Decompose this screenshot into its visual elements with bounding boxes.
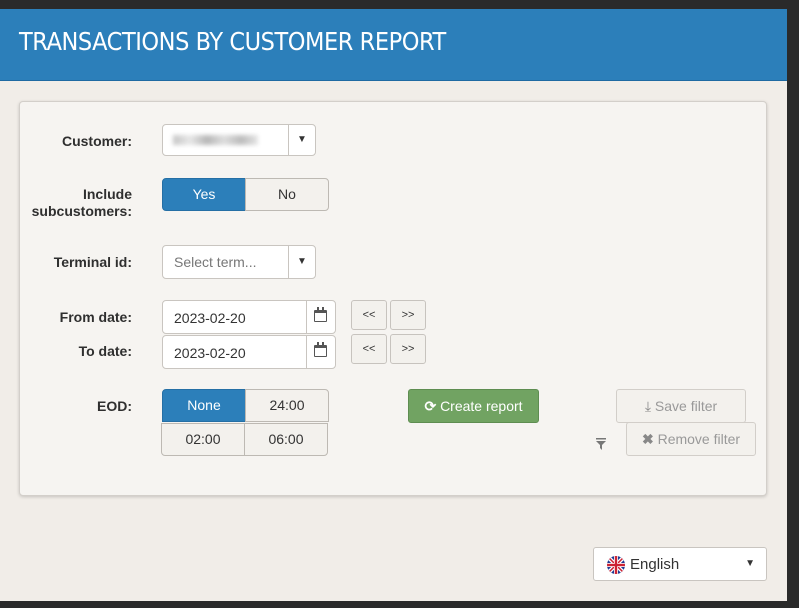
remove-filter-button[interactable]: ✖ Remove filter [626, 422, 756, 456]
report-page: TRANSACTIONS BY CUSTOMER REPORT Customer… [0, 9, 787, 601]
terminal-select[interactable]: Select term... ▼ [162, 245, 316, 279]
filter-panel: Customer: ▼ Include subcustomers: Yes No… [19, 101, 767, 496]
eod-none-toggle[interactable]: None [162, 389, 246, 422]
refresh-icon: ⟳ [424, 398, 437, 414]
uk-flag-icon [607, 556, 625, 574]
include-subcustomers-label: Include subcustomers: [32, 186, 132, 220]
eod-label: EOD: [97, 398, 132, 414]
filter-icon [596, 438, 606, 450]
save-filter-button[interactable]: ⤓ Save filter [616, 389, 746, 423]
chevron-down-icon: ▼ [288, 246, 315, 278]
create-report-button[interactable]: ⟳ Create report [408, 389, 539, 423]
eod-0600-toggle[interactable]: 06:00 [244, 423, 328, 456]
from-date-calendar-button[interactable] [306, 301, 335, 333]
save-filter-label: Save filter [654, 398, 718, 414]
from-date-label: From date: [59, 309, 132, 325]
language-value: English [630, 556, 680, 573]
chevron-down-icon: ▼ [288, 125, 315, 155]
eod-0200-toggle[interactable]: 02:00 [161, 423, 245, 456]
include-label-line1: Include [82, 186, 132, 202]
subcustomers-no-toggle[interactable]: No [245, 178, 329, 211]
customer-label: Customer: [61, 133, 132, 149]
from-date-input[interactable]: 2023-02-20 [162, 300, 336, 334]
from-date-prev-button[interactable]: << [351, 300, 387, 330]
include-label-line2: subcustomers: [31, 203, 132, 219]
to-date-input[interactable]: 2023-02-20 [162, 335, 336, 369]
to-date-prev-button[interactable]: << [351, 334, 387, 364]
from-date-value: 2023-02-20 [174, 310, 246, 326]
header-bar: TRANSACTIONS BY CUSTOMER REPORT [0, 9, 787, 81]
remove-filter-label: Remove filter [657, 431, 741, 447]
customer-select[interactable]: ▼ [162, 124, 316, 156]
window-edge [787, 9, 799, 601]
to-date-calendar-button[interactable] [306, 336, 335, 368]
create-report-label: Create report [440, 398, 523, 414]
customer-value-redacted [173, 135, 258, 145]
terminal-label: Terminal id: [53, 254, 132, 270]
page-title: TRANSACTIONS BY CUSTOMER REPORT [19, 27, 446, 56]
chevron-down-icon: ▼ [745, 558, 755, 569]
eod-2400-toggle[interactable]: 24:00 [245, 389, 329, 422]
to-date-next-button[interactable]: >> [390, 334, 426, 364]
language-select[interactable]: English ▼ [593, 547, 767, 581]
calendar-icon [314, 307, 327, 322]
close-icon: ✖ [641, 431, 654, 447]
terminal-placeholder: Select term... [174, 254, 257, 270]
subcustomers-yes-toggle[interactable]: Yes [162, 178, 246, 211]
from-date-next-button[interactable]: >> [390, 300, 426, 330]
calendar-icon [314, 342, 327, 357]
to-date-value: 2023-02-20 [174, 345, 246, 361]
download-icon: ⤓ [644, 398, 652, 414]
to-date-label: To date: [78, 343, 132, 359]
